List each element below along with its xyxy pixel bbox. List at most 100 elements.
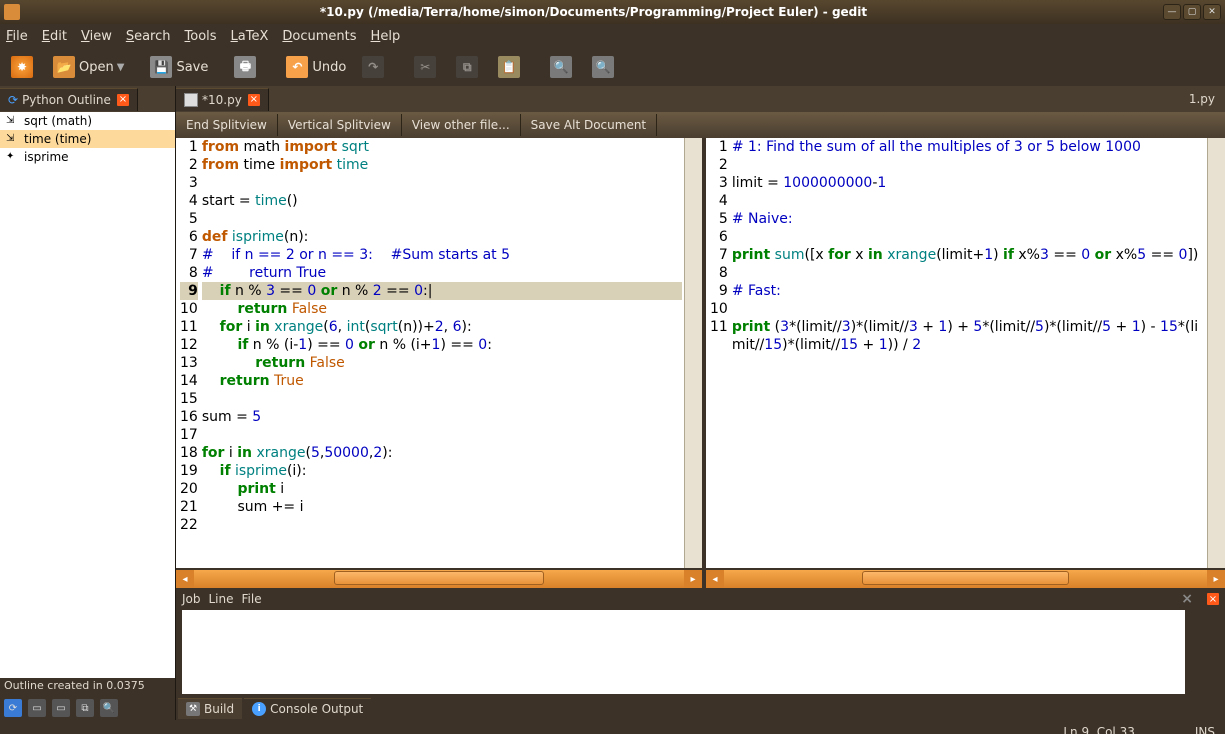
sidebar-tab-outline[interactable]: ⟳ Python Outline × (0, 88, 138, 111)
refresh-icon[interactable]: ⟳ (4, 699, 22, 717)
bottom-panel: Job Line File × × ⚒Build iConsole Output (176, 590, 1225, 720)
menu-tools[interactable]: Tools (185, 29, 217, 44)
split-toolbar: End SplitviewVertical SplitviewView othe… (176, 112, 1225, 138)
symbol-icon: ⇲ (6, 133, 20, 145)
window-title: *10.py (/media/Terra/home/simon/Document… (26, 5, 1161, 19)
save-button[interactable]: 💾 Save (145, 53, 213, 81)
split-button[interactable]: View other file... (402, 114, 521, 136)
file-icon[interactable]: ▭ (28, 699, 46, 717)
copy-icon: ⧉ (456, 56, 478, 78)
menu-file[interactable]: File (6, 29, 28, 44)
save-icon: 💾 (150, 56, 172, 78)
editor-left: 12345678910111213141516171819202122 from… (176, 138, 702, 588)
toolbar: ✸ 📂 Open▼ 💾 Save 🖶 ↶ Undo ↷ ✂ ⧉ 📋 🔍 🔍 (0, 48, 1225, 86)
outline-label: time (time) (24, 132, 91, 146)
cursor-position: Ln 9, Col 33 (1063, 725, 1135, 734)
gutter: 12345678910111213141516171819202122 (176, 138, 200, 568)
paste-icon: 📋 (498, 56, 520, 78)
outline-list[interactable]: ⇲sqrt (math)⇲time (time)✦isprime (0, 112, 175, 678)
info-icon: i (252, 702, 266, 716)
cut-icon: ✂ (414, 56, 436, 78)
split-button[interactable]: End Splitview (176, 114, 278, 136)
file-icon[interactable]: ▭ (52, 699, 70, 717)
copy-icon[interactable]: ⧉ (76, 699, 94, 717)
scrollbar-vertical[interactable] (684, 138, 702, 568)
symbol-icon: ✦ (6, 151, 20, 163)
open-button[interactable]: 📂 Open▼ (48, 53, 129, 81)
close-icon[interactable]: × (1207, 593, 1219, 605)
copy-button[interactable]: ⧉ (451, 53, 487, 81)
print-icon: 🖶 (234, 56, 256, 78)
replace-icon: 🔍 (592, 56, 614, 78)
sidebar-tab-label: Python Outline (22, 93, 111, 107)
outline-label: isprime (24, 150, 69, 164)
find-button[interactable]: 🔍 (545, 53, 581, 81)
print-button[interactable]: 🖶 (229, 53, 265, 81)
bottom-tabs: ⚒Build iConsole Output (176, 696, 1225, 720)
chevron-down-icon[interactable]: ▼ (117, 62, 125, 73)
titlebar: *10.py (/media/Terra/home/simon/Document… (0, 0, 1225, 24)
col-line: Line (209, 592, 234, 606)
tab-build[interactable]: ⚒Build (178, 698, 242, 719)
close-icon[interactable]: × (117, 94, 129, 106)
sidebar-tabs: ⟳ Python Outline × (0, 86, 175, 112)
menu-help[interactable]: Help (371, 29, 401, 44)
close-button[interactable]: ✕ (1203, 4, 1221, 20)
statusbar: Ln 9, Col 33 INS (0, 720, 1225, 734)
menu-edit[interactable]: Edit (42, 29, 67, 44)
new-icon: ✸ (11, 56, 33, 78)
col-job: Job (182, 592, 201, 606)
gutter: 1234567891011 (706, 138, 730, 568)
bottom-panel-header: Job Line File × × (176, 590, 1225, 608)
maximize-button[interactable]: ▢ (1183, 4, 1201, 20)
save-label: Save (176, 60, 208, 75)
file-icon (184, 93, 198, 107)
sidebar: ⟳ Python Outline × ⇲sqrt (math)⇲time (ti… (0, 86, 176, 720)
tab-console[interactable]: iConsole Output (244, 698, 371, 719)
menu-latex[interactable]: LaTeX (231, 29, 269, 44)
app-icon (4, 4, 20, 20)
split-button[interactable]: Vertical Splitview (278, 114, 402, 136)
editor-right: 1234567891011 # 1: Find the sum of all t… (706, 138, 1225, 588)
menu-documents[interactable]: Documents (282, 29, 356, 44)
document-tab[interactable]: *10.py × (176, 88, 269, 111)
undo-label: Undo (312, 60, 346, 75)
new-button[interactable]: ✸ (6, 53, 42, 81)
panel-close-icon[interactable]: × (1181, 591, 1193, 607)
split-button[interactable]: Save Alt Document (521, 114, 658, 136)
minimize-button[interactable]: — (1163, 4, 1181, 20)
menu-search[interactable]: Search (126, 29, 171, 44)
document-tab-label: *10.py (202, 93, 242, 107)
bottom-panel-body[interactable] (182, 610, 1185, 694)
search-icon: 🔍 (550, 56, 572, 78)
replace-button[interactable]: 🔍 (587, 53, 623, 81)
outline-item[interactable]: ⇲ time (time) (0, 130, 175, 148)
sidebar-icon-row: ⟳ ▭ ▭ ⧉ 🔍 (0, 696, 175, 720)
main-area: *10.py × 1.py End SplitviewVertical Spli… (176, 86, 1225, 720)
undo-button[interactable]: ↶ Undo (281, 53, 351, 81)
code-area[interactable]: from math import sqrtfrom time import ti… (200, 138, 684, 568)
menu-view[interactable]: View (81, 29, 112, 44)
scrollbar-vertical[interactable] (1207, 138, 1225, 568)
search-icon[interactable]: 🔍 (100, 699, 118, 717)
open-label: Open (79, 60, 114, 75)
paste-button[interactable]: 📋 (493, 53, 529, 81)
cut-button[interactable]: ✂ (409, 53, 445, 81)
close-icon[interactable]: × (248, 94, 260, 106)
sidebar-status: Outline created in 0.0375 (0, 678, 175, 696)
insert-mode: INS (1195, 725, 1215, 734)
scrollbar-horizontal[interactable]: ◂▸ (176, 570, 702, 588)
redo-button[interactable]: ↷ (357, 53, 393, 81)
menubar: File Edit View Search Tools LaTeX Docume… (0, 24, 1225, 48)
outline-item[interactable]: ✦ isprime (0, 148, 175, 166)
code-area[interactable]: # 1: Find the sum of all the multiples o… (730, 138, 1207, 568)
redo-icon: ↷ (362, 56, 384, 78)
symbol-icon: ⇲ (6, 115, 20, 127)
outline-item[interactable]: ⇲sqrt (math) (0, 112, 175, 130)
undo-icon: ↶ (286, 56, 308, 78)
build-icon: ⚒ (186, 702, 200, 716)
scrollbar-horizontal[interactable]: ◂▸ (706, 570, 1225, 588)
refresh-icon[interactable]: ⟳ (8, 93, 18, 107)
col-file: File (242, 592, 262, 606)
folder-open-icon: 📂 (53, 56, 75, 78)
